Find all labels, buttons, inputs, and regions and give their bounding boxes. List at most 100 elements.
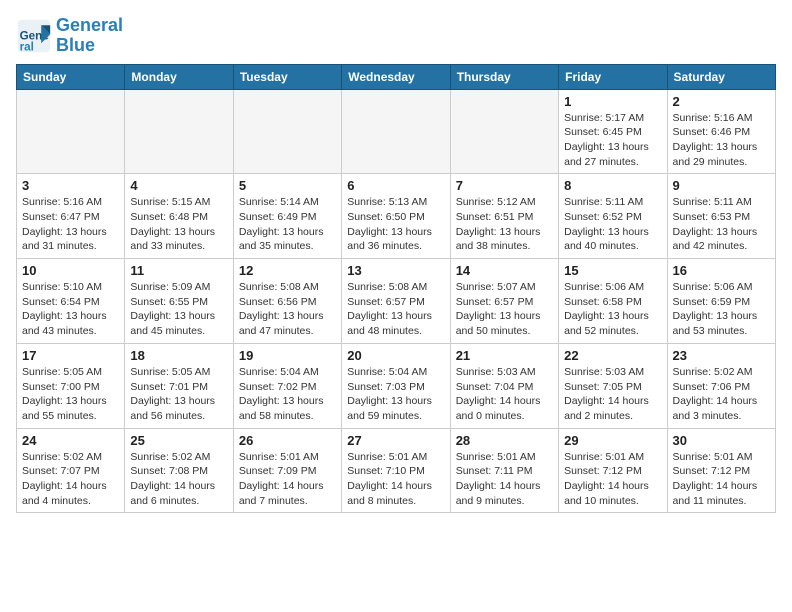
calendar-day-cell: 10 Sunrise: 5:10 AM Sunset: 6:54 PM Dayli… xyxy=(17,259,125,344)
calendar-day-cell: 5 Sunrise: 5:14 AM Sunset: 6:49 PM Daylig… xyxy=(233,174,341,259)
day-number: 11 xyxy=(130,263,227,278)
day-number: 19 xyxy=(239,348,336,363)
logo: Gene ral General Blue xyxy=(16,16,123,56)
day-info: Sunrise: 5:03 AM Sunset: 7:04 PM Dayligh… xyxy=(456,365,553,424)
calendar-day-cell: 18 Sunrise: 5:05 AM Sunset: 7:01 PM Dayli… xyxy=(125,343,233,428)
day-number: 28 xyxy=(456,433,553,448)
weekday-header-row: SundayMondayTuesdayWednesdayThursdayFrid… xyxy=(17,64,776,89)
day-info: Sunrise: 5:01 AM Sunset: 7:09 PM Dayligh… xyxy=(239,450,336,509)
day-number: 21 xyxy=(456,348,553,363)
calendar-day-cell: 14 Sunrise: 5:07 AM Sunset: 6:57 PM Dayli… xyxy=(450,259,558,344)
calendar-day-cell: 29Sunrise: 5:01 AM Sunset: 7:12 PM Dayli… xyxy=(559,428,667,513)
day-info: Sunrise: 5:14 AM Sunset: 6:49 PM Dayligh… xyxy=(239,195,336,254)
day-info: Sunrise: 5:04 AM Sunset: 7:03 PM Dayligh… xyxy=(347,365,444,424)
calendar-day-cell: 4 Sunrise: 5:15 AM Sunset: 6:48 PM Daylig… xyxy=(125,174,233,259)
day-number: 8 xyxy=(564,178,661,193)
day-number: 2 xyxy=(673,94,770,109)
day-number: 1 xyxy=(564,94,661,109)
day-number: 24 xyxy=(22,433,119,448)
day-info: Sunrise: 5:01 AM Sunset: 7:10 PM Dayligh… xyxy=(347,450,444,509)
day-number: 10 xyxy=(22,263,119,278)
weekday-header-sunday: Sunday xyxy=(17,64,125,89)
day-info: Sunrise: 5:15 AM Sunset: 6:48 PM Dayligh… xyxy=(130,195,227,254)
day-number: 22 xyxy=(564,348,661,363)
calendar-week-row: 3 Sunrise: 5:16 AM Sunset: 6:47 PM Daylig… xyxy=(17,174,776,259)
day-info: Sunrise: 5:11 AM Sunset: 6:52 PM Dayligh… xyxy=(564,195,661,254)
day-info: Sunrise: 5:09 AM Sunset: 6:55 PM Dayligh… xyxy=(130,280,227,339)
calendar-day-cell: 8 Sunrise: 5:11 AM Sunset: 6:52 PM Daylig… xyxy=(559,174,667,259)
day-number: 14 xyxy=(456,263,553,278)
day-number: 5 xyxy=(239,178,336,193)
day-info: Sunrise: 5:02 AM Sunset: 7:06 PM Dayligh… xyxy=(673,365,770,424)
calendar-day-cell: 12 Sunrise: 5:08 AM Sunset: 6:56 PM Dayli… xyxy=(233,259,341,344)
day-number: 25 xyxy=(130,433,227,448)
day-number: 30 xyxy=(673,433,770,448)
day-number: 9 xyxy=(673,178,770,193)
calendar-day-cell xyxy=(233,89,341,174)
day-info: Sunrise: 5:16 AM Sunset: 6:47 PM Dayligh… xyxy=(22,195,119,254)
weekday-header-saturday: Saturday xyxy=(667,64,775,89)
logo-icon: Gene ral xyxy=(16,18,52,54)
day-number: 4 xyxy=(130,178,227,193)
calendar-day-cell: 17 Sunrise: 5:05 AM Sunset: 7:00 PM Dayli… xyxy=(17,343,125,428)
calendar-day-cell: 1Sunrise: 5:17 AM Sunset: 6:45 PM Daylig… xyxy=(559,89,667,174)
day-info: Sunrise: 5:16 AM Sunset: 6:46 PM Dayligh… xyxy=(673,111,770,170)
day-info: Sunrise: 5:06 AM Sunset: 6:58 PM Dayligh… xyxy=(564,280,661,339)
calendar-week-row: 24 Sunrise: 5:02 AM Sunset: 7:07 PM Dayli… xyxy=(17,428,776,513)
calendar-day-cell: 28 Sunrise: 5:01 AM Sunset: 7:11 PM Dayli… xyxy=(450,428,558,513)
day-number: 16 xyxy=(673,263,770,278)
calendar-day-cell: 7Sunrise: 5:12 AM Sunset: 6:51 PM Daylig… xyxy=(450,174,558,259)
calendar-day-cell: 2 Sunrise: 5:16 AM Sunset: 6:46 PM Daylig… xyxy=(667,89,775,174)
day-info: Sunrise: 5:02 AM Sunset: 7:07 PM Dayligh… xyxy=(22,450,119,509)
day-number: 12 xyxy=(239,263,336,278)
calendar-day-cell: 11 Sunrise: 5:09 AM Sunset: 6:55 PM Dayli… xyxy=(125,259,233,344)
calendar-day-cell: 27Sunrise: 5:01 AM Sunset: 7:10 PM Dayli… xyxy=(342,428,450,513)
calendar-week-row: 10 Sunrise: 5:10 AM Sunset: 6:54 PM Dayli… xyxy=(17,259,776,344)
calendar-day-cell xyxy=(17,89,125,174)
day-number: 6 xyxy=(347,178,444,193)
calendar-day-cell: 23 Sunrise: 5:02 AM Sunset: 7:06 PM Dayli… xyxy=(667,343,775,428)
day-number: 15 xyxy=(564,263,661,278)
calendar-day-cell: 20Sunrise: 5:04 AM Sunset: 7:03 PM Dayli… xyxy=(342,343,450,428)
calendar-day-cell: 21 Sunrise: 5:03 AM Sunset: 7:04 PM Dayli… xyxy=(450,343,558,428)
svg-text:ral: ral xyxy=(20,40,34,53)
calendar-day-cell xyxy=(450,89,558,174)
calendar-day-cell: 22 Sunrise: 5:03 AM Sunset: 7:05 PM Dayli… xyxy=(559,343,667,428)
calendar-week-row: 1Sunrise: 5:17 AM Sunset: 6:45 PM Daylig… xyxy=(17,89,776,174)
day-number: 26 xyxy=(239,433,336,448)
weekday-header-thursday: Thursday xyxy=(450,64,558,89)
day-info: Sunrise: 5:04 AM Sunset: 7:02 PM Dayligh… xyxy=(239,365,336,424)
calendar-day-cell: 24 Sunrise: 5:02 AM Sunset: 7:07 PM Dayli… xyxy=(17,428,125,513)
calendar-day-cell: 15 Sunrise: 5:06 AM Sunset: 6:58 PM Dayli… xyxy=(559,259,667,344)
weekday-header-wednesday: Wednesday xyxy=(342,64,450,89)
weekday-header-monday: Monday xyxy=(125,64,233,89)
calendar-day-cell: 16Sunrise: 5:06 AM Sunset: 6:59 PM Dayli… xyxy=(667,259,775,344)
calendar-day-cell: 25 Sunrise: 5:02 AM Sunset: 7:08 PM Dayli… xyxy=(125,428,233,513)
day-info: Sunrise: 5:12 AM Sunset: 6:51 PM Dayligh… xyxy=(456,195,553,254)
day-info: Sunrise: 5:08 AM Sunset: 6:57 PM Dayligh… xyxy=(347,280,444,339)
day-info: Sunrise: 5:07 AM Sunset: 6:57 PM Dayligh… xyxy=(456,280,553,339)
day-number: 29 xyxy=(564,433,661,448)
day-info: Sunrise: 5:01 AM Sunset: 7:11 PM Dayligh… xyxy=(456,450,553,509)
page-header: Gene ral General Blue xyxy=(16,16,776,56)
day-number: 18 xyxy=(130,348,227,363)
day-info: Sunrise: 5:11 AM Sunset: 6:53 PM Dayligh… xyxy=(673,195,770,254)
day-number: 3 xyxy=(22,178,119,193)
day-number: 23 xyxy=(673,348,770,363)
calendar-day-cell: 19 Sunrise: 5:04 AM Sunset: 7:02 PM Dayli… xyxy=(233,343,341,428)
calendar-day-cell: 26 Sunrise: 5:01 AM Sunset: 7:09 PM Dayli… xyxy=(233,428,341,513)
day-number: 17 xyxy=(22,348,119,363)
day-info: Sunrise: 5:08 AM Sunset: 6:56 PM Dayligh… xyxy=(239,280,336,339)
day-number: 13 xyxy=(347,263,444,278)
day-info: Sunrise: 5:10 AM Sunset: 6:54 PM Dayligh… xyxy=(22,280,119,339)
calendar-day-cell xyxy=(125,89,233,174)
calendar-day-cell: 9 Sunrise: 5:11 AM Sunset: 6:53 PM Daylig… xyxy=(667,174,775,259)
day-info: Sunrise: 5:03 AM Sunset: 7:05 PM Dayligh… xyxy=(564,365,661,424)
calendar-week-row: 17 Sunrise: 5:05 AM Sunset: 7:00 PM Dayli… xyxy=(17,343,776,428)
day-info: Sunrise: 5:02 AM Sunset: 7:08 PM Dayligh… xyxy=(130,450,227,509)
day-info: Sunrise: 5:05 AM Sunset: 7:01 PM Dayligh… xyxy=(130,365,227,424)
day-info: Sunrise: 5:05 AM Sunset: 7:00 PM Dayligh… xyxy=(22,365,119,424)
weekday-header-tuesday: Tuesday xyxy=(233,64,341,89)
day-info: Sunrise: 5:01 AM Sunset: 7:12 PM Dayligh… xyxy=(673,450,770,509)
calendar-day-cell: 13 Sunrise: 5:08 AM Sunset: 6:57 PM Dayli… xyxy=(342,259,450,344)
